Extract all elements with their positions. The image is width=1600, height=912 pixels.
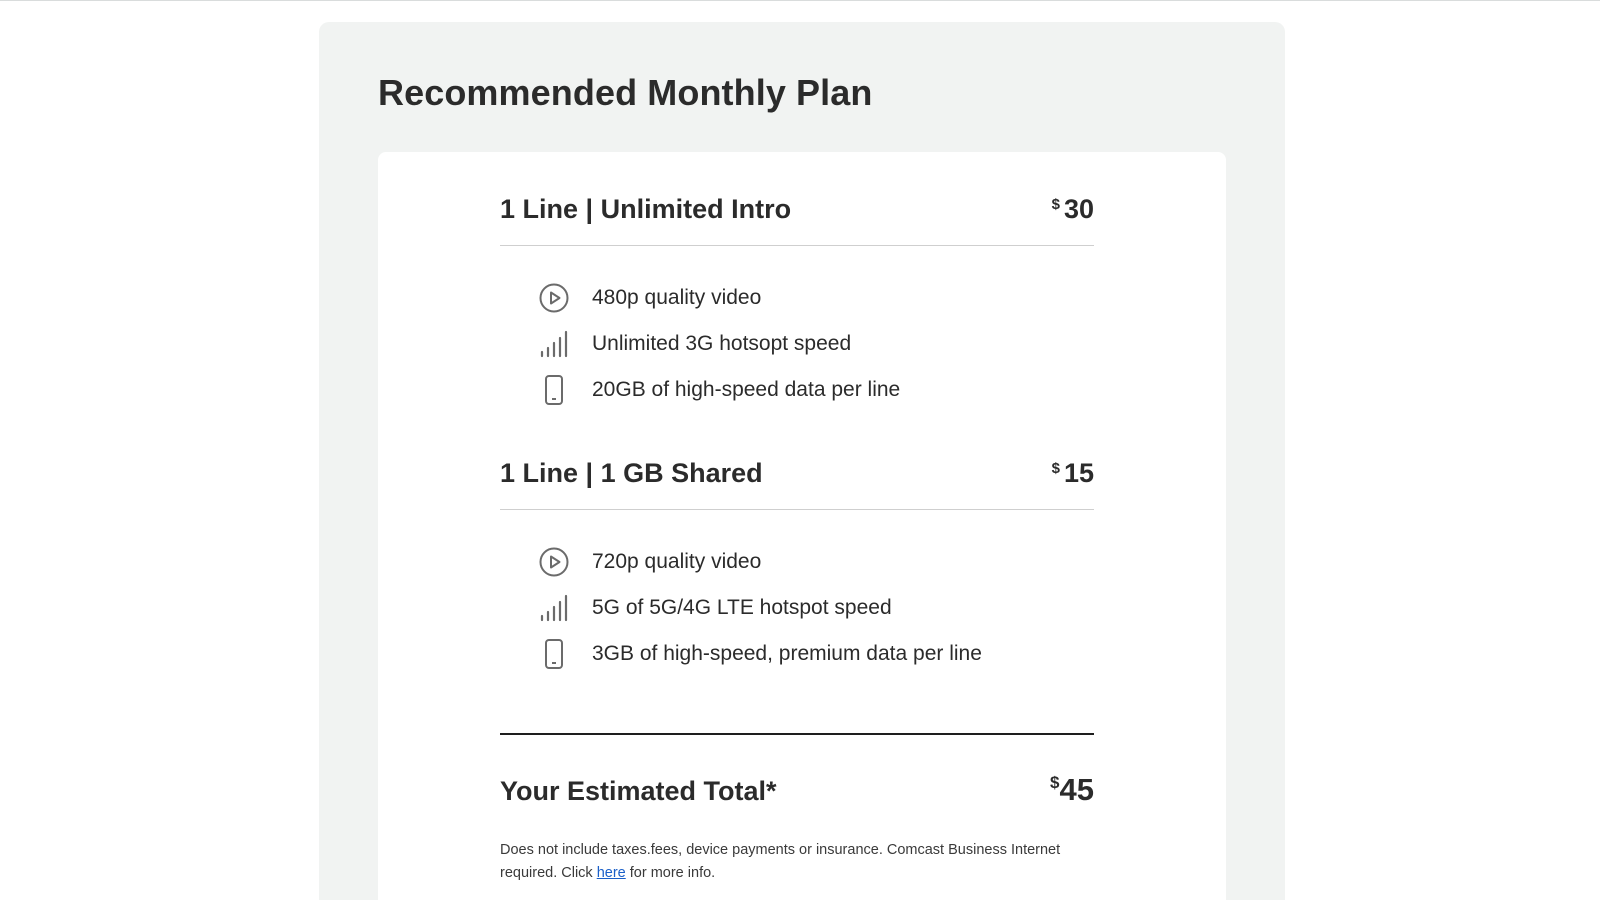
feature-item: 5G of 5G/4G LTE hotspot speed — [538, 585, 1094, 631]
plan-price: $30 — [1052, 194, 1094, 225]
top-border — [0, 0, 1600, 1]
recommended-plan-panel: Recommended Monthly Plan 1 Line | Unlimi… — [319, 22, 1285, 912]
feature-item: 720p quality video — [538, 539, 1094, 585]
currency-symbol: $ — [1051, 196, 1060, 213]
plan-1gb-shared: 1 Line | 1 GB Shared $15 720p quality vi… — [500, 458, 1094, 677]
plan-name: 1 Line | 1 GB Shared — [500, 458, 763, 488]
price-amount: 30 — [1063, 194, 1094, 224]
feature-list: 480p quality video Unlimited 3G hotsopt … — [538, 275, 1094, 413]
currency-symbol: $ — [1050, 773, 1060, 792]
play-circle-icon — [538, 282, 570, 314]
panel-title: Recommended Monthly Plan — [378, 72, 873, 113]
plan-name: 1 Line | Unlimited Intro — [500, 194, 792, 224]
total-amount: 45 — [1059, 772, 1094, 807]
smartphone-icon — [538, 638, 570, 670]
signal-bars-icon — [538, 328, 570, 360]
estimated-total: Your Estimated Total* $45 — [500, 772, 1094, 808]
feature-item: Unlimited 3G hotsopt speed — [538, 321, 1094, 367]
feature-text: Unlimited 3G hotsopt speed — [592, 332, 852, 355]
feature-list: 720p quality video 5G of 5G/4G LTE hotsp… — [538, 539, 1094, 677]
feature-item: 480p quality video — [538, 275, 1094, 321]
signal-bars-icon — [538, 592, 570, 624]
disclaimer-text: Does not include taxes.fees, device paym… — [500, 842, 1061, 881]
feature-item: 3GB of high-speed, premium data per line — [538, 631, 1094, 677]
plan-unlimited-intro: 1 Line | Unlimited Intro $30 480p qualit… — [500, 194, 1094, 413]
feature-item: 20GB of high-speed data per line — [538, 367, 1094, 413]
plan-header: 1 Line | 1 GB Shared $15 — [500, 458, 1094, 510]
currency-symbol: $ — [1051, 460, 1060, 477]
plan-price: $15 — [1052, 458, 1094, 489]
total-label: Your Estimated Total* — [500, 776, 777, 806]
feature-text: 20GB of high-speed data per line — [592, 378, 901, 401]
disclaimer: Does not include taxes.fees, device paym… — [500, 839, 1094, 885]
plan-card: 1 Line | Unlimited Intro $30 480p qualit… — [378, 152, 1226, 912]
total-price: $45 — [1050, 772, 1094, 808]
disclaimer-text-end: for more info. — [625, 865, 716, 881]
feature-text: 3GB of high-speed, premium data per line — [592, 642, 982, 665]
play-circle-icon — [538, 546, 570, 578]
feature-text: 720p quality video — [592, 550, 762, 573]
plan-header: 1 Line | Unlimited Intro $30 — [500, 194, 1094, 246]
total-divider — [500, 733, 1094, 735]
more-info-link[interactable]: here — [597, 865, 626, 881]
price-amount: 15 — [1063, 458, 1094, 488]
feature-text: 5G of 5G/4G LTE hotspot speed — [592, 596, 892, 619]
feature-text: 480p quality video — [592, 286, 762, 309]
smartphone-icon — [538, 374, 570, 406]
